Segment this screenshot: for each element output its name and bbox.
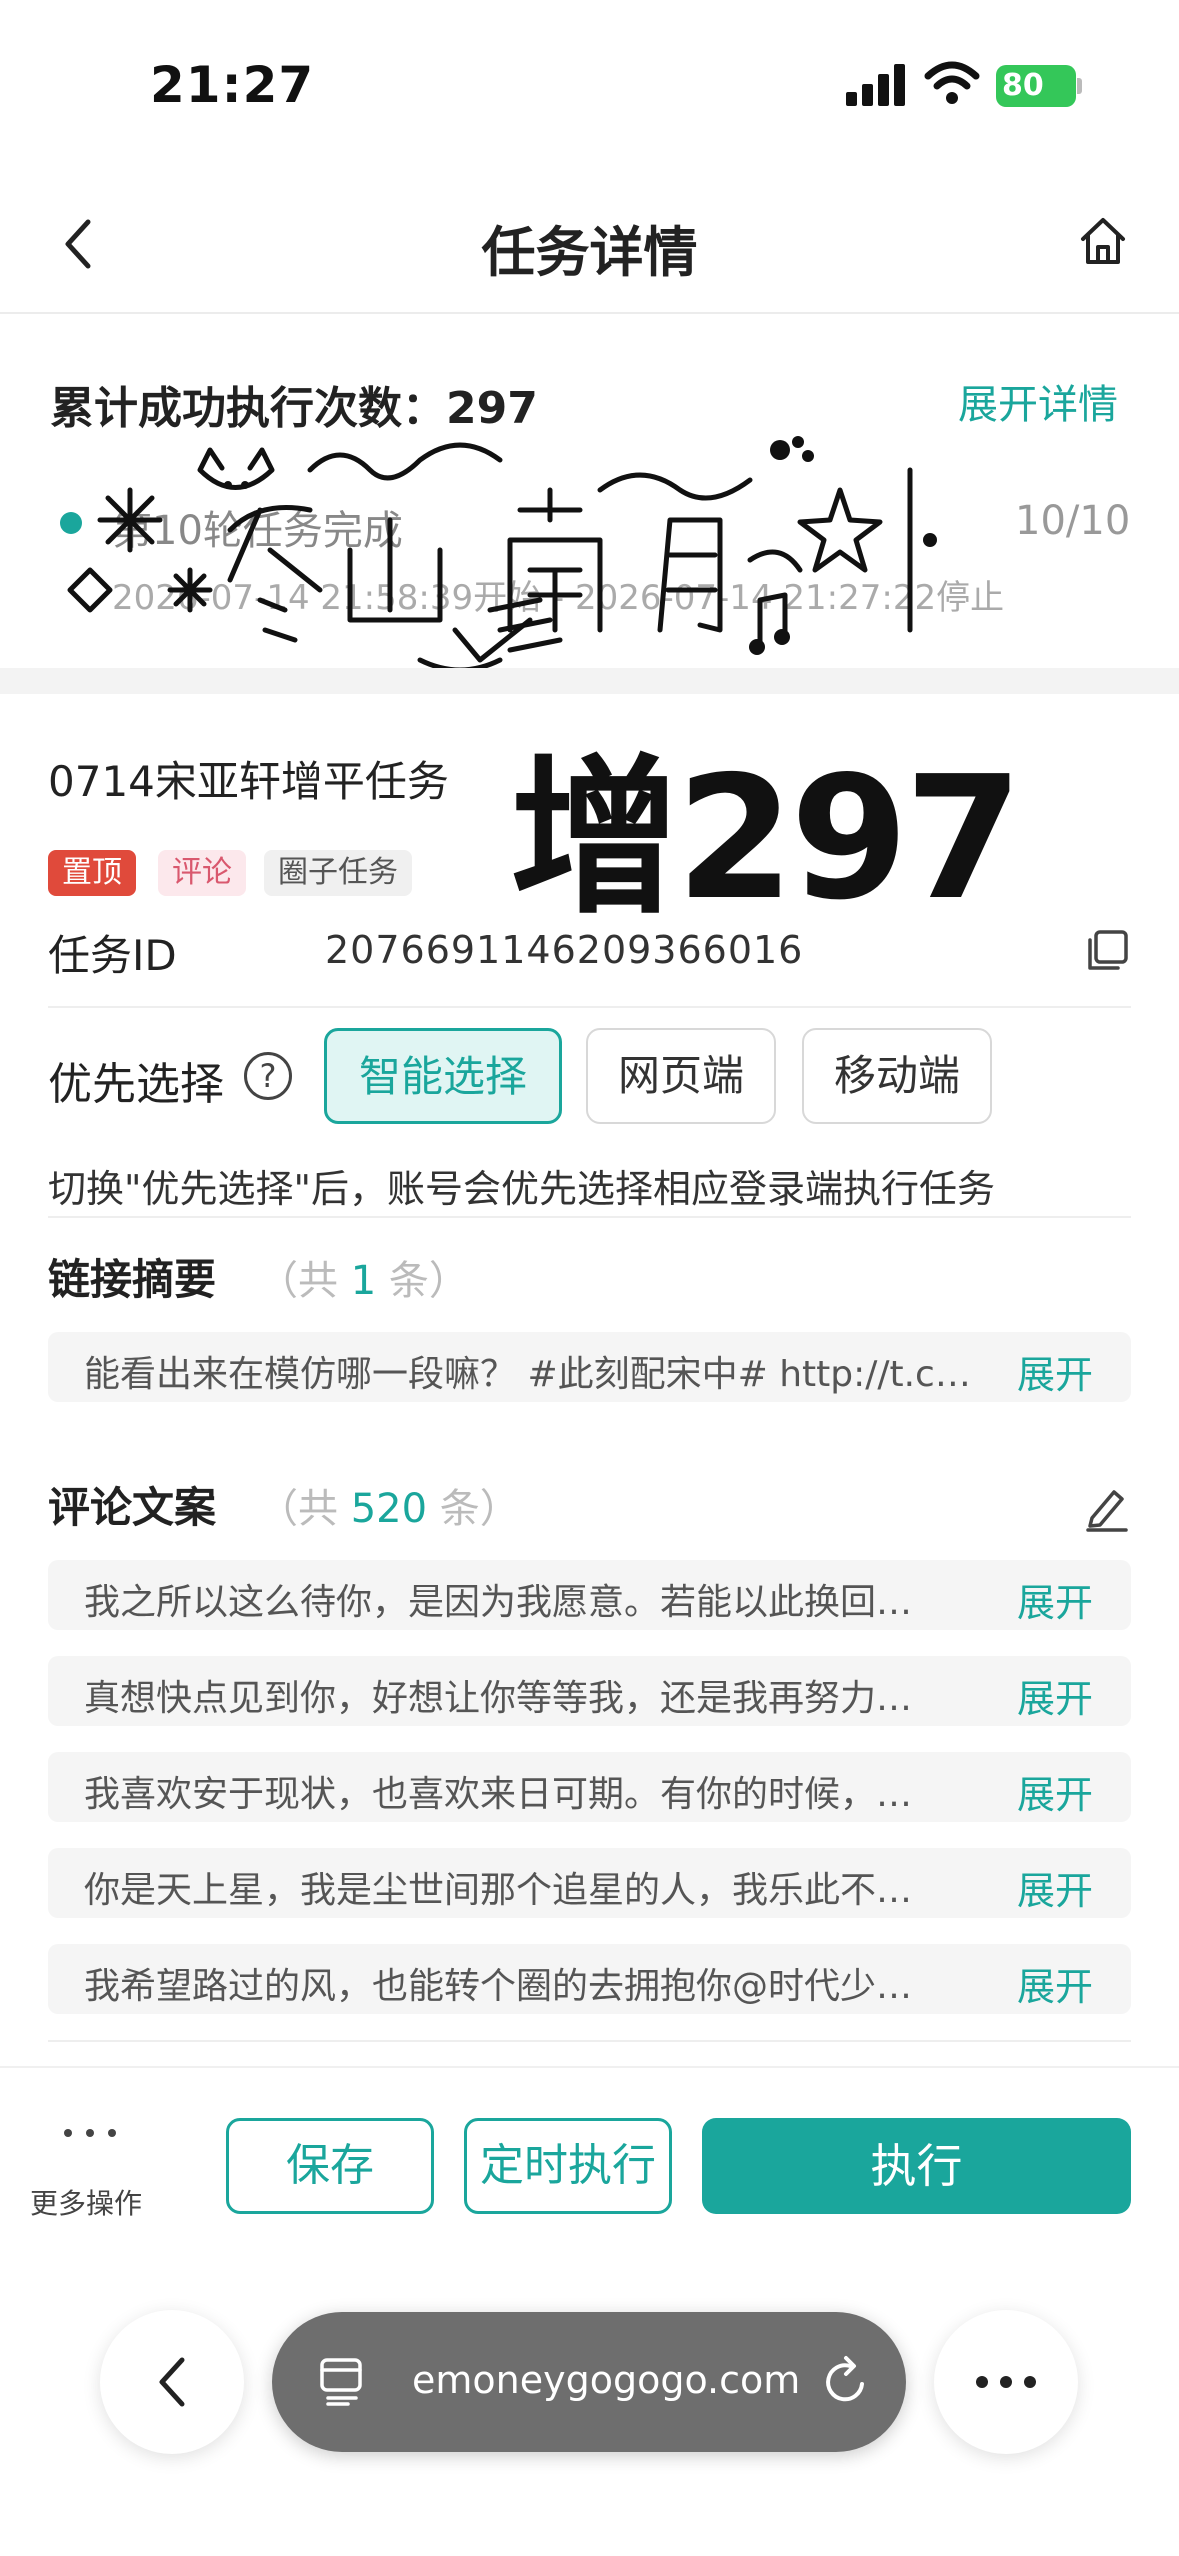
link-summary-text: 能看出来在模仿哪一段嘛？ #此刻配宋中# http://t.cn/... (84, 1354, 984, 1395)
tag-circle-task: 圈子任务 (264, 850, 412, 896)
priority-option-smart[interactable]: 智能选择 (324, 1028, 562, 1124)
browser-menu-button[interactable] (934, 2310, 1078, 2454)
list-item: 你是天上星，我是尘世间那个追星的人，我乐此不… 展开 (48, 1848, 1131, 1918)
nav-divider (0, 312, 1179, 314)
task-id-label: 任务ID (48, 931, 177, 980)
signature-doodle (67, 436, 937, 673)
tabs-icon (320, 2358, 362, 2406)
home-icon[interactable] (1078, 215, 1128, 267)
priority-option-web[interactable]: 网页端 (586, 1028, 776, 1124)
schedule-button[interactable]: 定时执行 (464, 2118, 672, 2214)
page-title: 任务详情 (481, 221, 698, 284)
success-count-label: 累计成功执行次数：297 (50, 383, 538, 434)
list-item: 我喜欢安于现状，也喜欢来日可期。有你的时候，… 展开 (48, 1752, 1131, 1822)
divider (48, 1216, 1131, 1218)
link-section-title: 链接摘要 (48, 1255, 217, 1304)
battery-indicator: 80 (996, 65, 1076, 107)
section-separator (0, 668, 1179, 694)
battery-tip (1077, 78, 1082, 94)
copy-icon[interactable] (1084, 928, 1130, 974)
wifi-icon (924, 61, 980, 104)
list-item: 真想快点见到你，好想让你等等我，还是我再努力… 展开 (48, 1656, 1131, 1726)
browser-back-button[interactable] (100, 2310, 244, 2454)
run-button[interactable]: 执行 (702, 2118, 1131, 2214)
status-time: 21:27 (150, 56, 315, 114)
more-dots-icon (976, 2376, 1036, 2388)
comment-section-count: （共 520 条） (258, 1486, 520, 1532)
comment-text: 我之所以这么待你，是因为我愿意。若能以此换回… (84, 1582, 913, 1623)
expand-button[interactable]: 展开 (1017, 1344, 1093, 1399)
run-count: 10/10 (1015, 498, 1131, 544)
more-dots-icon (64, 2129, 116, 2137)
url-text: emoneygogogo.com (412, 2358, 801, 2402)
priority-hint: 切换"优先选择"后，账号会优先选择相应登录端执行任务 (48, 1167, 995, 1211)
tag-pinned: 置顶 (48, 850, 136, 896)
tag-comment: 评论 (158, 850, 246, 896)
edit-icon[interactable] (1084, 1484, 1130, 1532)
priority-label: 优先选择 (48, 1059, 224, 1110)
priority-option-mobile[interactable]: 移动端 (802, 1028, 992, 1124)
divider (48, 1006, 1131, 1008)
back-chevron-icon (159, 2357, 185, 2407)
comment-text: 你是天上星，我是尘世间那个追星的人，我乐此不… (84, 1870, 913, 1911)
expand-button[interactable]: 展开 (1017, 1668, 1093, 1723)
list-item: 我希望路过的风，也能转个圈的去拥抱你@时代少… 展开 (48, 1944, 1131, 2014)
list-item: 我之所以这么待你，是因为我愿意。若能以此换回… 展开 (48, 1560, 1131, 1630)
list-item: 能看出来在模仿哪一段嘛？ #此刻配宋中# http://t.cn/... 展开 (48, 1332, 1131, 1402)
cellular-signal-icon (846, 62, 908, 106)
task-id-value: 2076691146209366016 (325, 928, 804, 972)
comment-text: 我希望路过的风，也能转个圈的去拥抱你@时代少… (84, 1966, 913, 2007)
expand-button[interactable]: 展开 (1017, 1764, 1093, 1819)
more-actions-label: 更多操作 (30, 2187, 143, 2220)
expand-button[interactable]: 展开 (1017, 1572, 1093, 1627)
expand-details-link[interactable]: 展开详情 (958, 372, 1118, 430)
divider (48, 2040, 1131, 2042)
expand-button[interactable]: 展开 (1017, 1860, 1093, 1915)
action-bar-border (0, 2066, 1179, 2068)
task-name: 0714宋亚轩增平任务 (48, 757, 449, 806)
reload-icon[interactable] (820, 2354, 872, 2410)
comment-text: 我喜欢安于现状，也喜欢来日可期。有你的时候，… (84, 1774, 913, 1815)
expand-button[interactable]: 展开 (1017, 1956, 1093, 2011)
overlay-annotation: 增297 (510, 740, 1023, 938)
help-icon[interactable]: ? (244, 1052, 292, 1100)
comment-section-title: 评论文案 (48, 1483, 217, 1532)
link-section-count: （共 1 条） (258, 1258, 469, 1304)
comment-text: 真想快点见到你，好想让你等等我，还是我再努力… (84, 1678, 913, 1719)
save-button[interactable]: 保存 (226, 2118, 434, 2214)
